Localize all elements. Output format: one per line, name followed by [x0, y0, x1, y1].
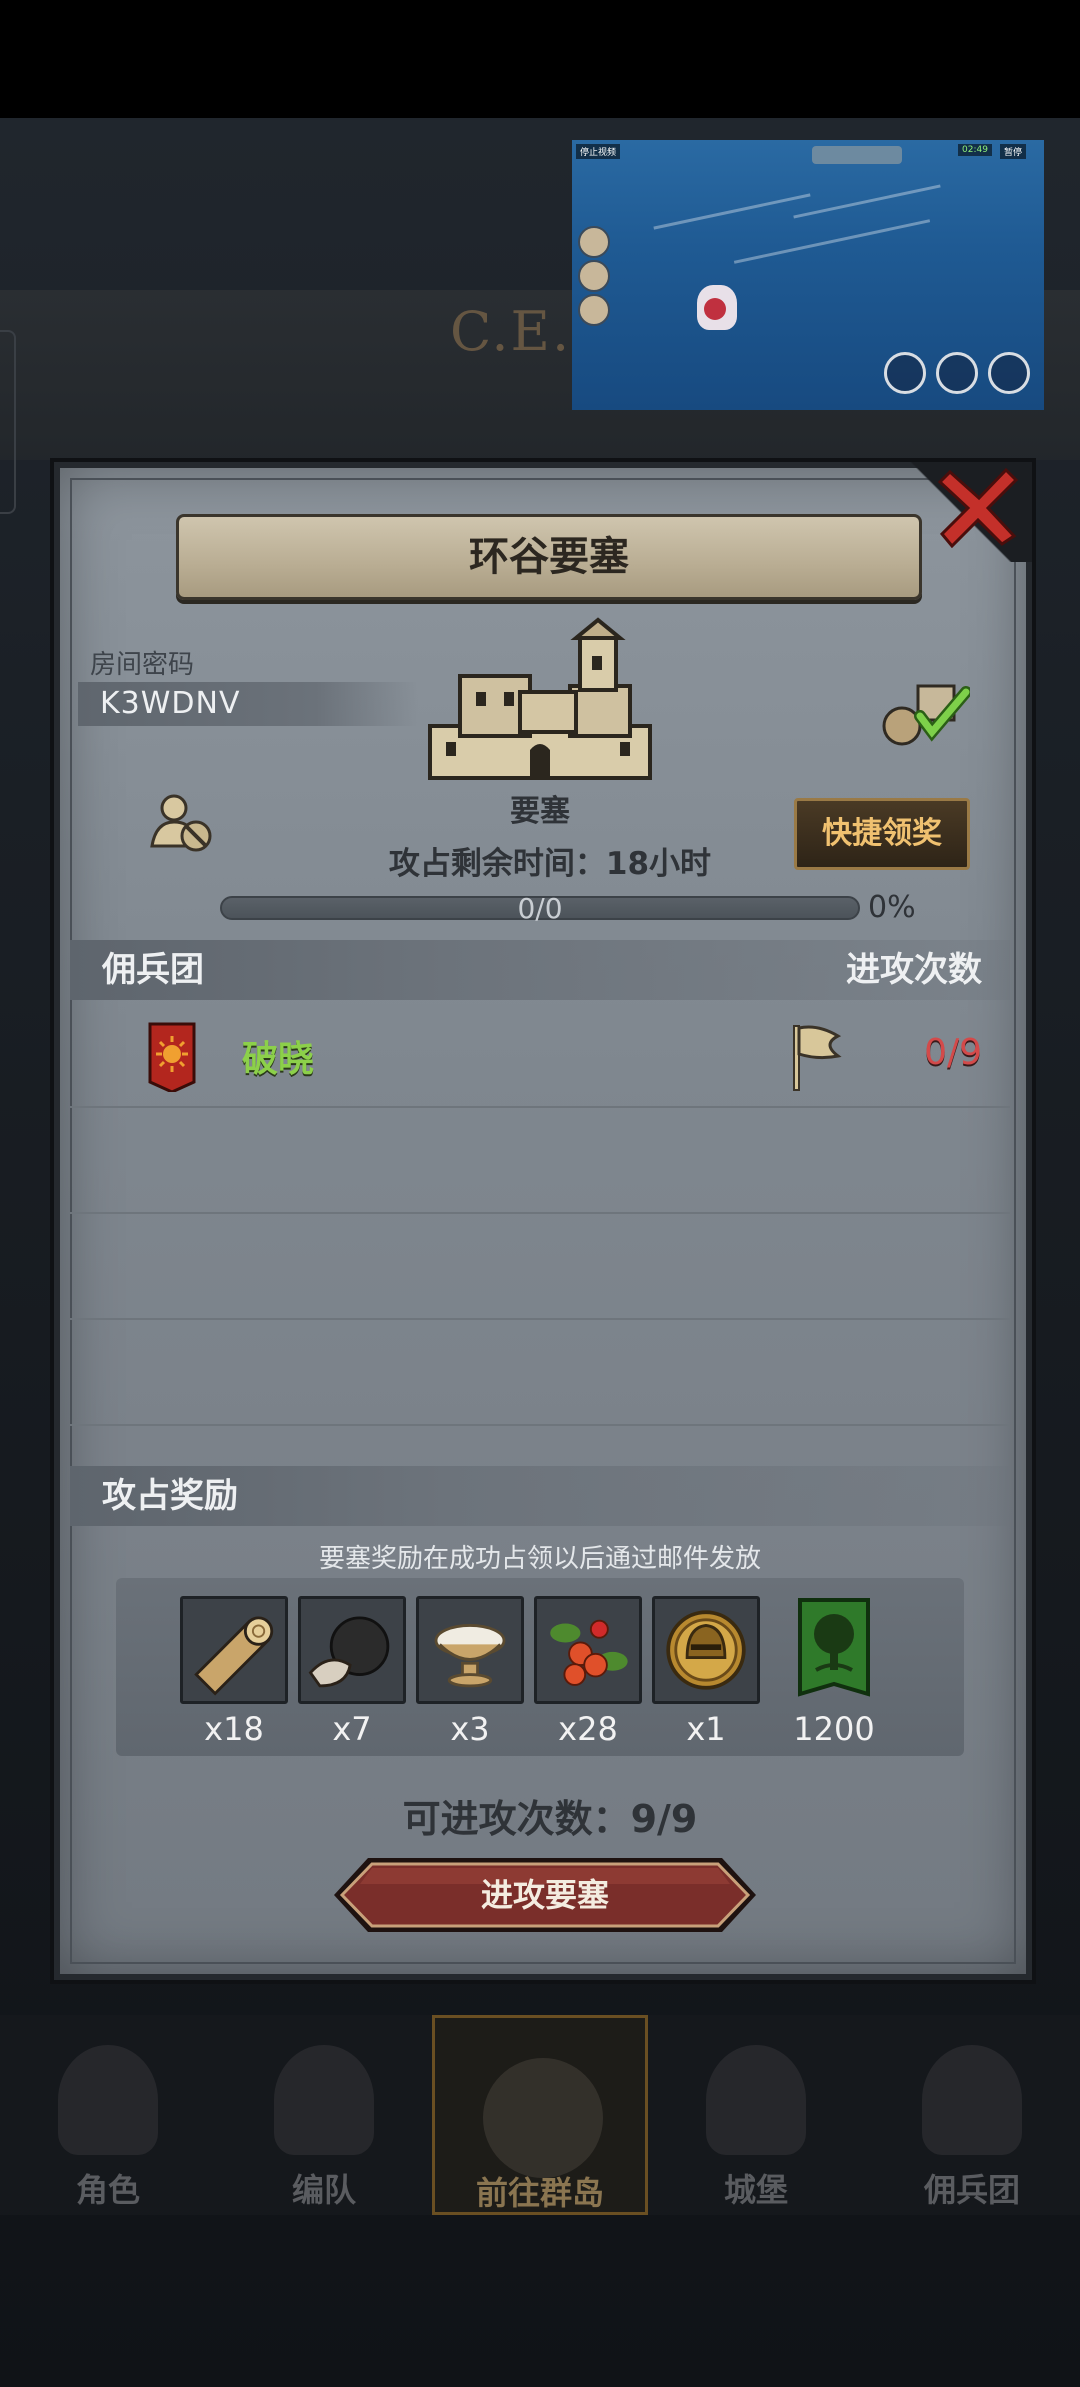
mercenary-row[interactable]: 破晓 0/9	[70, 1010, 1010, 1108]
mercenary-header-label: 佣兵团	[102, 950, 204, 990]
compass-icon	[483, 2058, 603, 2178]
ally-portrait	[578, 226, 610, 258]
capture-progress-percent: 0%	[868, 890, 916, 925]
reward-claimed-icon	[882, 684, 970, 746]
fortress-dialog: 环谷要塞 房间密码 K3WDNV 要塞 快捷领奖 攻占剩余时间：18小时 0/0…	[54, 462, 1032, 1980]
reward-item[interactable]: 1200	[780, 1596, 888, 1748]
reward-panel: x18 x7 x3 x28 x1 1200	[116, 1578, 964, 1756]
reward-header-label: 攻占奖励	[102, 1476, 238, 1516]
side-drawer-handle[interactable]	[0, 330, 16, 514]
nav-label: 佣兵团	[923, 2171, 1020, 2209]
empty-mercenary-row	[70, 1108, 1010, 1214]
empty-mercenary-row	[70, 1214, 1010, 1320]
quick-claim-button[interactable]: 快捷领奖	[794, 798, 970, 870]
user-blocked-icon[interactable]	[148, 790, 214, 856]
reward-section-header: 攻占奖励	[70, 1466, 1010, 1526]
flag-icon	[793, 1025, 842, 1091]
nav-label: 角色	[75, 2171, 140, 2209]
reward-item[interactable]: x7	[298, 1596, 406, 1748]
attack-fortress-button[interactable]: 进攻要塞	[330, 1854, 760, 1936]
wave-streak	[653, 193, 811, 230]
fortress-castle-icon	[428, 617, 652, 780]
reward-qty: x28	[558, 1710, 618, 1748]
nav-item-character[interactable]: 角色	[0, 2015, 216, 2215]
status-bar-area	[0, 0, 1080, 118]
mercenary-attack-count: 0/9	[924, 1032, 982, 1073]
player-character-accent	[704, 298, 726, 320]
reward-qty: 1200	[793, 1710, 875, 1748]
nav-label: 前往群岛	[475, 2174, 604, 2212]
mercenary-section-header: 佣兵团 进攻次数	[70, 940, 1010, 1000]
reward-item[interactable]: x18	[180, 1596, 288, 1748]
reward-qty: x3	[450, 1710, 490, 1748]
nav-item-mercenary[interactable]: 佣兵团	[864, 2015, 1080, 2215]
reward-item[interactable]: x3	[416, 1596, 524, 1748]
nav-label: 编队	[291, 2171, 356, 2209]
skill-torpedo-icon[interactable]	[936, 352, 978, 394]
ally-portrait	[578, 294, 610, 326]
dialog-title: 环谷要塞	[176, 514, 922, 600]
nav-label: 城堡	[723, 2171, 788, 2209]
skill-gun-icon[interactable]	[988, 352, 1030, 394]
nav-item-formation[interactable]: 编队	[216, 2015, 432, 2215]
berries-icon	[534, 1596, 642, 1704]
knight-icon	[58, 2045, 158, 2155]
remaining-time: 攻占剩余时间：18小时	[388, 846, 712, 882]
skill-plane-icon[interactable]	[884, 352, 926, 394]
reward-item[interactable]: x28	[534, 1596, 642, 1748]
castle-icon	[706, 2045, 806, 2155]
wood-log-icon	[180, 1596, 288, 1704]
enemy-ship	[812, 146, 902, 164]
reward-qty: x18	[204, 1710, 264, 1748]
video-timer-chip: 02:49	[958, 144, 992, 156]
floating-video-window[interactable]: 停止视频 02:49 暂停	[572, 140, 1044, 410]
nav-item-islands[interactable]: 前往群岛	[432, 2015, 648, 2215]
room-code-label: 房间密码	[90, 650, 195, 680]
reward-note: 要塞奖励在成功占领以后通过邮件发放	[318, 1544, 761, 1574]
knight-helmet-medal-icon	[652, 1596, 760, 1704]
reward-item[interactable]: x1	[652, 1596, 760, 1748]
attack-times-header-label: 进攻次数	[846, 950, 982, 990]
mercenary-name: 破晓	[242, 1039, 315, 1080]
empty-mercenary-row	[70, 1320, 1010, 1426]
helmet-icon	[274, 2045, 374, 2155]
close-icon[interactable]	[936, 462, 1022, 548]
capture-progress-text: 0/0	[517, 892, 563, 925]
ally-portrait	[578, 260, 610, 292]
tree-banner-icon	[798, 1598, 870, 1697]
attacks-available: 可进攻次数：9/9	[402, 1797, 698, 1841]
wave-streak	[793, 184, 941, 219]
wave-streak	[733, 219, 931, 264]
video-stop-chip[interactable]: 停止视频	[576, 144, 621, 159]
mercenary-icon	[922, 2045, 1022, 2155]
room-code-value[interactable]: K3WDNV	[78, 682, 418, 726]
bowl-icon	[416, 1596, 524, 1704]
reward-qty: x1	[686, 1710, 726, 1748]
fortress-type: 要塞	[510, 794, 570, 829]
truffle-icon	[298, 1596, 406, 1704]
bottom-navigation: 角色 编队 前往群岛 城堡 佣兵团	[0, 2015, 1080, 2215]
video-pause-chip[interactable]: 暂停	[1000, 144, 1027, 159]
sun-banner-icon	[148, 1022, 196, 1092]
reward-qty: x7	[332, 1710, 372, 1748]
nav-item-castle[interactable]: 城堡	[648, 2015, 864, 2215]
